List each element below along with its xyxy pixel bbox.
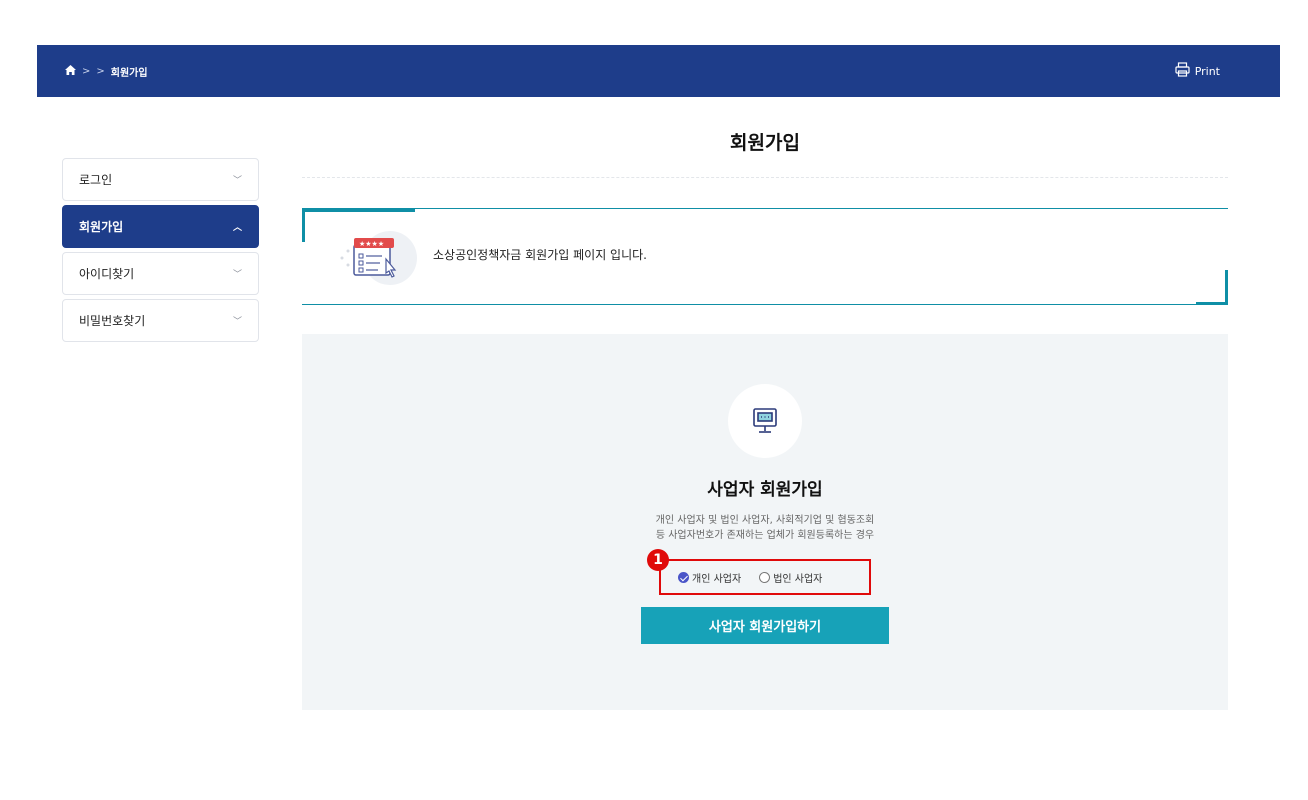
- corner-accent: [302, 208, 415, 212]
- chevron-down-icon: ﹀: [232, 270, 242, 280]
- breadcrumb-separator: >: [82, 65, 91, 77]
- svg-text:★★★★: ★★★★: [359, 240, 384, 248]
- business-signup-panel: 사업자 회원가입 개인 사업자 및 법인 사업자, 사회적기업 및 협동조회 등…: [302, 334, 1228, 710]
- step-number-badge: 1: [647, 549, 669, 571]
- sidebar-item-label: 로그인: [79, 173, 113, 187]
- breadcrumb: > > 회원가입: [65, 45, 148, 97]
- sidebar-item-signup[interactable]: 회원가입 ︿: [62, 205, 259, 248]
- breadcrumb-separator: >: [96, 65, 105, 77]
- print-label: Print: [1194, 64, 1220, 78]
- sidebar-item-login[interactable]: 로그인 ﹀: [62, 158, 259, 201]
- sidebar-item-label: 비밀번호찾기: [79, 314, 146, 328]
- monitor-icon: [728, 384, 802, 458]
- breadcrumb-current[interactable]: 회원가입: [111, 64, 148, 79]
- title-divider: [302, 177, 1228, 178]
- business-signup-button[interactable]: 사업자 회원가입하기: [641, 607, 889, 644]
- sidebar-item-find-id[interactable]: 아이디찾기 ﹀: [62, 252, 259, 295]
- business-type-radio-group: 개인 사업자 법인 사업자: [659, 559, 871, 595]
- corner-accent: [1225, 270, 1228, 305]
- chevron-up-icon: ︿: [232, 223, 242, 233]
- sidebar-item-label: 아이디찾기: [79, 267, 135, 281]
- radio-unchecked-icon[interactable]: [759, 571, 771, 583]
- sidebar-item-label: 회원가입: [79, 220, 124, 234]
- sidebar-nav: 로그인 ﹀ 회원가입 ︿ 아이디찾기 ﹀ 비밀번호찾기 ﹀: [62, 158, 259, 346]
- notice-text: 소상공인정책자금 회원가입 페이지 입니다.: [433, 248, 647, 262]
- signup-section-title: 사업자 회원가입: [707, 480, 823, 500]
- corner-accent: [1196, 302, 1228, 305]
- printer-icon: [1175, 62, 1190, 80]
- print-button[interactable]: Print: [1175, 45, 1220, 97]
- chevron-down-icon: ﹀: [232, 176, 242, 186]
- top-bar: > > 회원가입 Print: [37, 45, 1280, 97]
- page-title: 회원가입: [730, 132, 800, 154]
- home-icon[interactable]: [65, 64, 76, 78]
- signup-description: 개인 사업자 및 법인 사업자, 사회적기업 및 협동조회 등 사업자번호가 존…: [302, 513, 1228, 543]
- signup-description-line: 등 사업자번호가 존재하는 업체가 회원등록하는 경우: [655, 530, 875, 541]
- corner-accent: [302, 208, 305, 242]
- notice-box: ★★★★ 소상공인정책자금 회원가입 페이지 입니다.: [302, 208, 1228, 305]
- chevron-down-icon: ﹀: [232, 317, 242, 327]
- radio-individual-business[interactable]: 개인 사업자: [678, 570, 741, 585]
- sidebar-item-find-password[interactable]: 비밀번호찾기 ﹀: [62, 299, 259, 342]
- radio-label: 법인 사업자: [773, 573, 823, 585]
- radio-label: 개인 사업자: [692, 573, 742, 585]
- radio-checked-icon[interactable]: [678, 571, 689, 583]
- radio-corporate-business[interactable]: 법인 사업자: [759, 570, 822, 585]
- signup-description-line: 개인 사업자 및 법인 사업자, 사회적기업 및 협동조회: [655, 515, 875, 526]
- signup-form-illustration-icon: ★★★★: [332, 229, 420, 287]
